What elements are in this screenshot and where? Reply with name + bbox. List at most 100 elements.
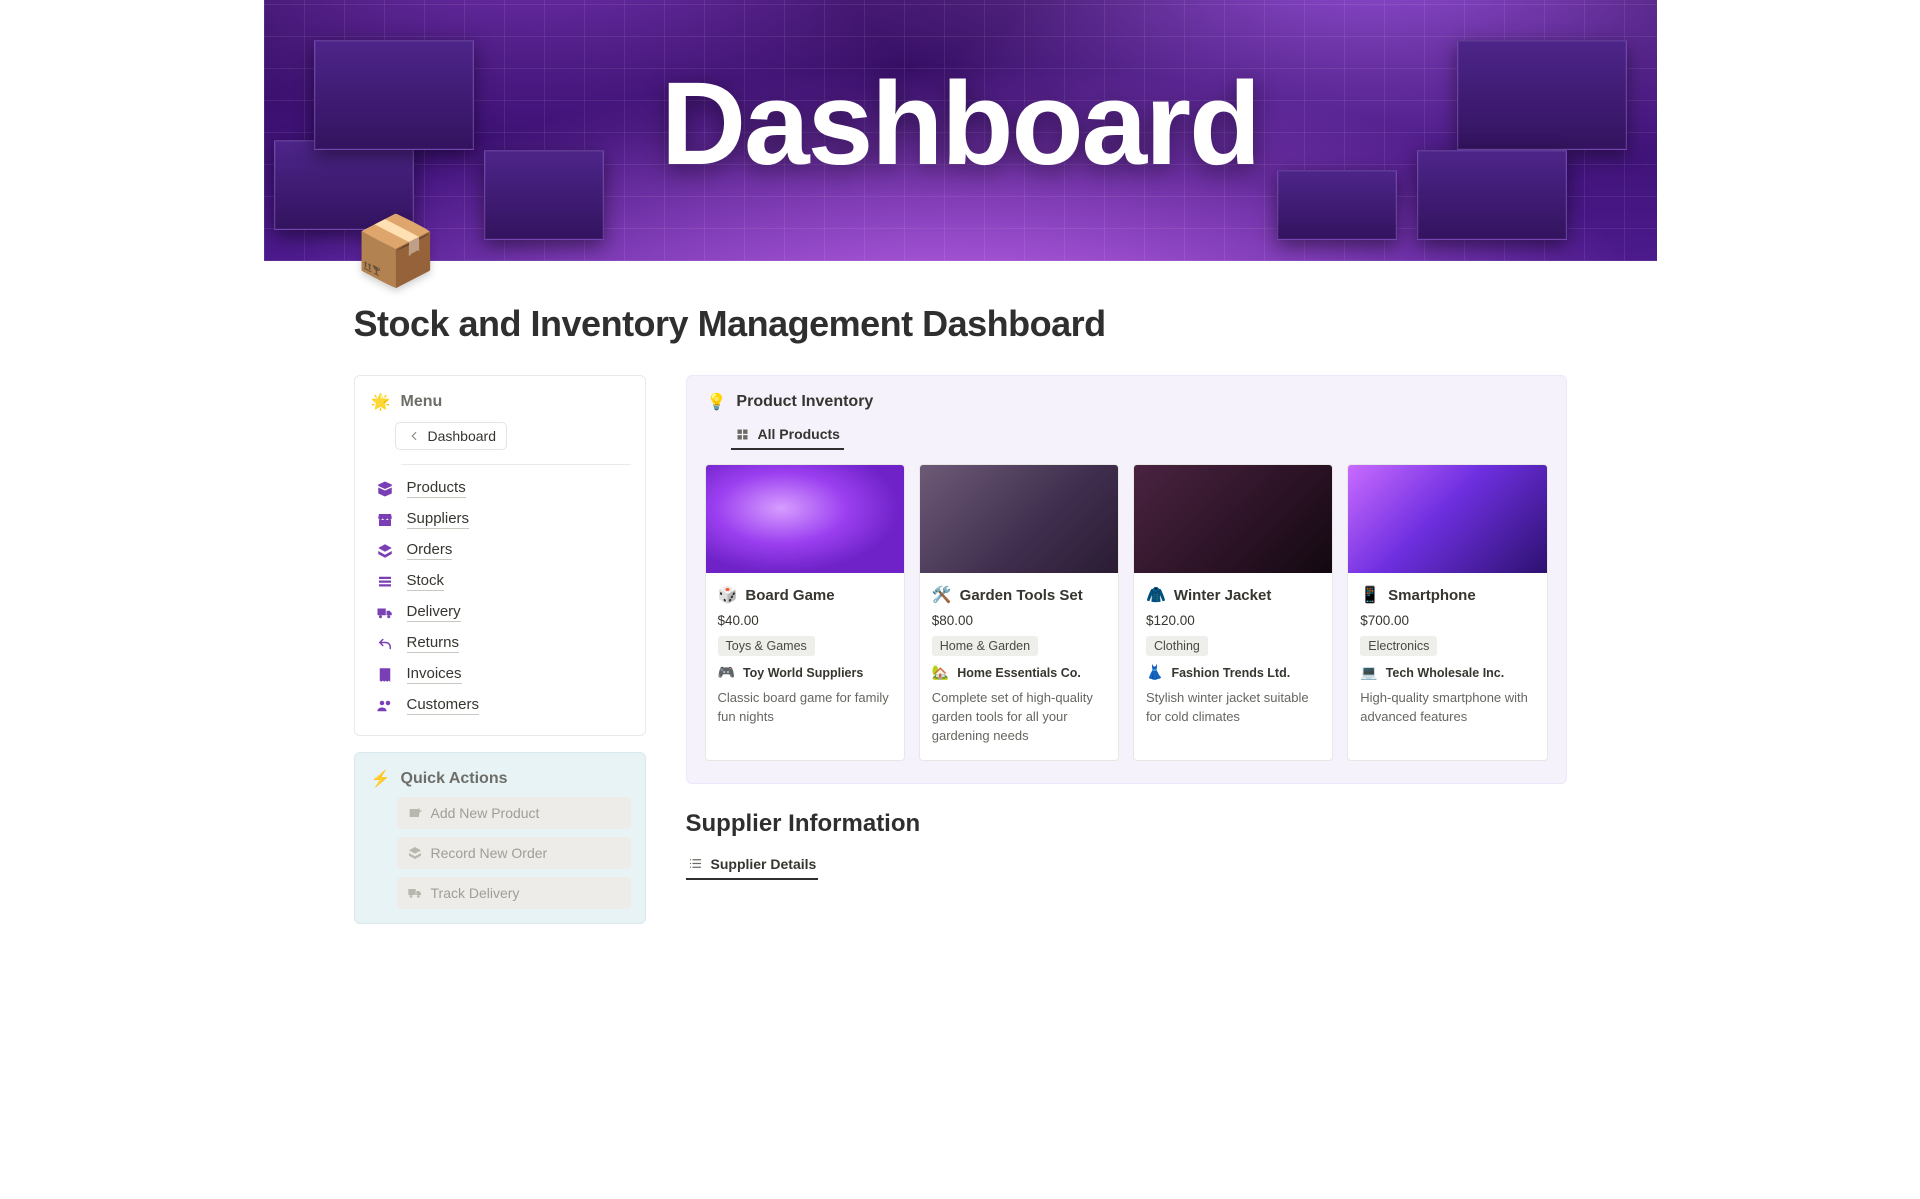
inventory-heading-label: Product Inventory	[736, 393, 873, 411]
supplier-name: Tech Wholesale Inc.	[1386, 666, 1505, 680]
sidebar-item-returns[interactable]: Returns	[369, 628, 631, 659]
qa-add-product-button[interactable]: Add New Product	[397, 797, 631, 829]
layers-icon	[375, 542, 395, 560]
menu-card: 🌟 Menu Dashboard Products Suppliers	[354, 375, 646, 736]
supplier-emoji-icon: 💻	[1360, 664, 1377, 681]
product-title: 🛠️ Garden Tools Set	[932, 585, 1106, 605]
layers-icon	[407, 845, 423, 861]
sidebar-item-label: Suppliers	[407, 510, 470, 529]
grid-icon	[735, 427, 750, 442]
page-icon[interactable]: 📦	[354, 211, 434, 291]
product-card[interactable]: 🛠️ Garden Tools Set $80.00 Home & Garden…	[919, 464, 1119, 761]
quick-actions-card: ⚡ Quick Actions Add New Product Record N…	[354, 752, 646, 924]
breadcrumb-chip[interactable]: Dashboard	[395, 422, 508, 450]
menu-heading-label: Menu	[401, 393, 443, 411]
sidebar-item-customers[interactable]: Customers	[369, 690, 631, 721]
box-plus-icon	[407, 805, 423, 821]
sidebar-item-orders[interactable]: Orders	[369, 535, 631, 566]
sidebar-item-label: Orders	[407, 541, 453, 560]
qa-btn-label: Add New Product	[431, 805, 540, 821]
category-pill: Toys & Games	[718, 636, 815, 656]
sidebar-item-delivery[interactable]: Delivery	[369, 597, 631, 628]
supplier-emoji-icon: 🏡	[932, 664, 949, 681]
product-description: Complete set of high-quality garden tool…	[932, 689, 1106, 746]
users-icon	[375, 697, 395, 715]
sidebar-item-label: Delivery	[407, 603, 461, 622]
menu-divider	[401, 464, 631, 465]
lightbulb-icon: 💡	[707, 392, 727, 412]
menu-heading: 🌟 Menu	[371, 392, 631, 412]
product-price: $120.00	[1146, 613, 1320, 628]
product-card[interactable]: 📱 Smartphone $700.00 Electronics 💻 Tech …	[1347, 464, 1547, 761]
sparkle-icon: 🌟	[371, 392, 391, 412]
sidebar-item-label: Invoices	[407, 665, 462, 684]
category-pill: Home & Garden	[932, 636, 1038, 656]
product-price: $700.00	[1360, 613, 1534, 628]
product-thumbnail	[1348, 465, 1546, 573]
inventory-tabs: All Products	[705, 418, 1548, 450]
quick-actions-heading: ⚡ Quick Actions	[371, 769, 631, 789]
sidebar-item-label: Products	[407, 479, 466, 498]
product-title-text: Garden Tools Set	[960, 587, 1083, 604]
product-inventory-panel: 💡 Product Inventory All Products 🎲	[686, 375, 1567, 784]
product-supplier: 👗 Fashion Trends Ltd.	[1146, 664, 1320, 681]
undo-icon	[375, 635, 395, 653]
qa-record-order-button[interactable]: Record New Order	[397, 837, 631, 869]
product-title: 🎲 Board Game	[718, 585, 892, 605]
product-emoji-icon: 🧥	[1146, 585, 1166, 605]
product-thumbnail	[920, 465, 1118, 573]
product-title-text: Winter Jacket	[1174, 587, 1271, 604]
product-supplier: 🏡 Home Essentials Co.	[932, 664, 1106, 681]
product-description: High-quality smartphone with advanced fe…	[1360, 689, 1534, 727]
sidebar-item-invoices[interactable]: Invoices	[369, 659, 631, 690]
product-card[interactable]: 🧥 Winter Jacket $120.00 Clothing 👗 Fashi…	[1133, 464, 1333, 761]
supplier-emoji-icon: 👗	[1146, 664, 1163, 681]
supplier-name: Toy World Suppliers	[743, 666, 863, 680]
product-title: 📱 Smartphone	[1360, 585, 1534, 605]
hero-cover: Dashboard	[264, 0, 1657, 261]
product-description: Classic board game for family fun nights	[718, 689, 892, 727]
product-supplier: 🎮 Toy World Suppliers	[718, 664, 892, 681]
sidebar-item-label: Stock	[407, 572, 445, 591]
product-description: Stylish winter jacket suitable for cold …	[1146, 689, 1320, 727]
qa-track-delivery-button[interactable]: Track Delivery	[397, 877, 631, 909]
supplier-name: Fashion Trends Ltd.	[1171, 666, 1290, 680]
product-emoji-icon: 📱	[1360, 585, 1380, 605]
tab-all-products[interactable]: All Products	[731, 420, 844, 450]
category-pill: Clothing	[1146, 636, 1208, 656]
stack-icon	[375, 573, 395, 591]
sidebar-item-label: Customers	[407, 696, 480, 715]
truck-icon	[375, 604, 395, 622]
product-title: 🧥 Winter Jacket	[1146, 585, 1320, 605]
supplier-heading: Supplier Information	[686, 810, 1567, 838]
tab-supplier-details[interactable]: Supplier Details	[686, 846, 819, 880]
product-thumbnail	[706, 465, 904, 573]
truck-icon	[407, 885, 423, 901]
breadcrumb-label: Dashboard	[428, 428, 497, 444]
product-supplier: 💻 Tech Wholesale Inc.	[1360, 664, 1534, 681]
qa-btn-label: Record New Order	[431, 845, 548, 861]
sidebar-item-stock[interactable]: Stock	[369, 566, 631, 597]
tab-label: All Products	[758, 426, 840, 442]
product-card[interactable]: 🎲 Board Game $40.00 Toys & Games 🎮 Toy W…	[705, 464, 905, 761]
inventory-heading: 💡 Product Inventory	[707, 392, 1548, 412]
category-pill: Electronics	[1360, 636, 1437, 656]
supplier-section: Supplier Information Supplier Details	[686, 810, 1567, 880]
sidebar-item-products[interactable]: Products	[369, 473, 631, 504]
qa-btn-label: Track Delivery	[431, 885, 520, 901]
tab-label: Supplier Details	[711, 856, 817, 872]
product-price: $40.00	[718, 613, 892, 628]
product-emoji-icon: 🎲	[718, 585, 738, 605]
quick-actions-heading-label: Quick Actions	[401, 770, 508, 788]
hero-title: Dashboard	[264, 56, 1657, 192]
list-icon	[688, 856, 703, 871]
page-title: Stock and Inventory Management Dashboard	[354, 303, 1657, 345]
sidebar-item-label: Returns	[407, 634, 460, 653]
product-emoji-icon: 🛠️	[932, 585, 952, 605]
product-price: $80.00	[932, 613, 1106, 628]
receipt-icon	[375, 666, 395, 684]
lightning-icon: ⚡	[371, 769, 391, 789]
sidebar-item-suppliers[interactable]: Suppliers	[369, 504, 631, 535]
shop-icon	[375, 511, 395, 529]
box-open-icon	[375, 480, 395, 498]
